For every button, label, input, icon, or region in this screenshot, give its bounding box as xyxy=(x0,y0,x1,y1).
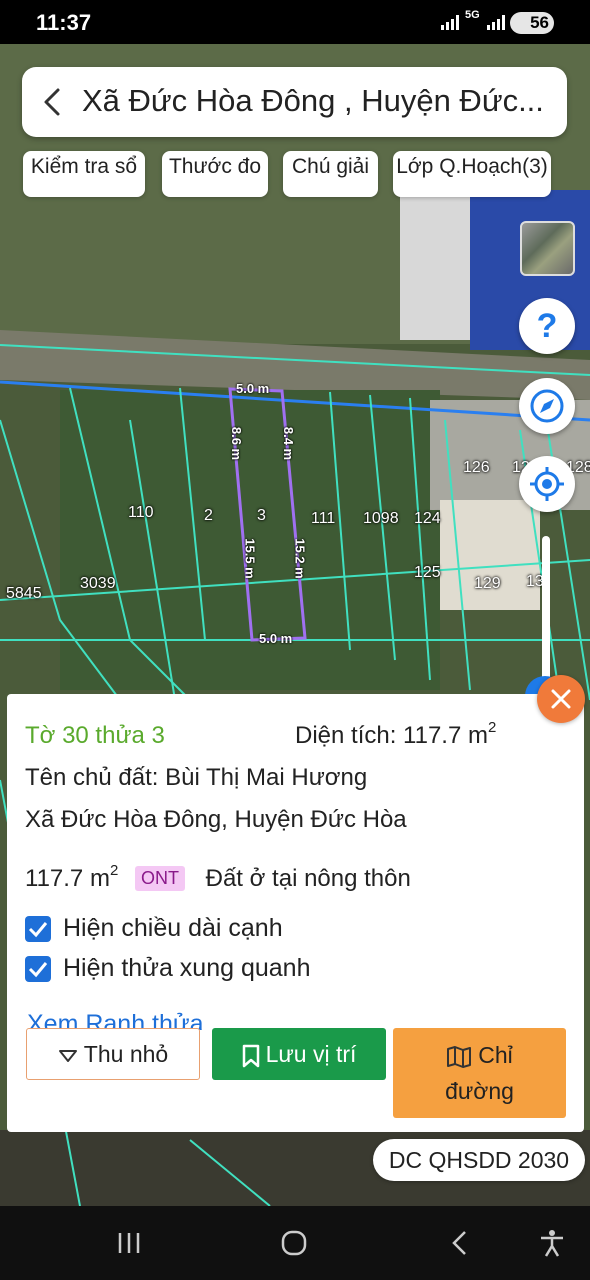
status-time: 11:37 xyxy=(36,10,92,35)
land-use-row: 117.7 m2 ONT Đất ở tại nông thôn xyxy=(25,862,411,893)
satellite-layer-icon[interactable] xyxy=(520,221,575,276)
chip-label: Thước đo xyxy=(168,155,262,178)
land-area: 117.7 m xyxy=(25,865,110,892)
directions-label-2: đường xyxy=(445,1078,514,1104)
directions-button[interactable]: Chỉ đường xyxy=(393,1028,566,1118)
my-location-icon xyxy=(530,467,564,501)
chevron-left-icon[interactable] xyxy=(38,85,68,119)
parcel-number[interactable]: 110 xyxy=(128,504,154,522)
parcel-number[interactable]: 1098 xyxy=(363,510,399,528)
compass-button[interactable] xyxy=(519,378,575,434)
edge-length-label: 15.5 m xyxy=(242,538,258,579)
edge-length-label: 15.2 m xyxy=(292,538,308,579)
planning-layer-label[interactable]: DC QHSDD 2030 xyxy=(373,1139,585,1181)
area-summary: Diện tích: 117.7 m2 xyxy=(295,719,497,750)
area-unit-sup: 2 xyxy=(487,719,497,736)
show-neighbors-checkbox[interactable] xyxy=(25,956,51,982)
edge-length-label: 5.0 m xyxy=(259,631,293,646)
view-parcel-boundary-link[interactable]: Xem Ranh thửa xyxy=(27,1008,204,1030)
checkmark-icon xyxy=(28,962,48,978)
zoom-slider[interactable] xyxy=(542,536,550,686)
directions-label-1: Chỉ xyxy=(478,1042,513,1068)
cell-signal-icon xyxy=(487,15,505,30)
parcel-info-card: Tờ 30 thửa 3 Diện tích: 117.7 m2 Tên chủ… xyxy=(7,694,584,1132)
parcel-number[interactable]: 111 xyxy=(311,510,335,528)
home-icon[interactable] xyxy=(277,1228,311,1258)
compass-icon xyxy=(530,389,564,423)
parcel-number[interactable]: 3 xyxy=(257,507,266,525)
area-label: Diện tích: 117.7 m xyxy=(295,722,488,749)
close-icon xyxy=(551,689,571,709)
triangle-down-icon xyxy=(58,1049,77,1062)
recents-icon[interactable] xyxy=(112,1228,146,1258)
edge-length-label: 8.4 m xyxy=(281,426,297,461)
show-edge-length-checkbox[interactable] xyxy=(25,916,51,942)
close-card-button[interactable] xyxy=(537,675,585,723)
parcel-number[interactable]: 129 xyxy=(474,575,501,593)
sheet-parcel-number: Tờ 30 thửa 3 xyxy=(25,722,165,749)
owner-name: Tên chủ đất: Bùi Thị Mai Hương xyxy=(25,764,368,791)
collapse-button[interactable]: Thu nhỏ xyxy=(26,1028,200,1080)
map-icon xyxy=(447,1045,472,1068)
help-icon: ? xyxy=(537,307,558,345)
land-code-badge: ONT xyxy=(134,866,185,891)
show-neighbors-label[interactable]: Hiện thửa xung quanh xyxy=(63,954,310,983)
check-book-chip[interactable]: Kiểm tra sổ xyxy=(23,151,145,197)
svg-text:?: ? xyxy=(537,307,558,345)
help-button[interactable]: ? xyxy=(519,298,575,354)
bookmark-icon xyxy=(242,1044,259,1068)
legend-chip[interactable]: Chú giải xyxy=(283,151,378,197)
planning-layer-chip[interactable]: Lớp Q.Hoạch(3) xyxy=(393,151,551,197)
chip-label: Lớp Q.Hoạch(3) xyxy=(396,155,548,178)
save-location-label: Lưu vị trí xyxy=(265,1041,357,1067)
edge-length-label: 5.0 m xyxy=(236,381,270,396)
system-nav-bar xyxy=(0,1206,590,1280)
edge-length-label: 8.6 m xyxy=(229,426,245,461)
accessibility-icon[interactable] xyxy=(535,1228,569,1258)
collapse-label: Thu nhỏ xyxy=(83,1041,169,1067)
back-icon[interactable] xyxy=(443,1228,477,1258)
land-type: Đất ở tại nông thôn xyxy=(205,865,411,892)
parcel-address: Xã Đức Hòa Đông, Huyện Đức Hòa xyxy=(25,806,407,833)
parcel-number[interactable]: 126 xyxy=(463,459,490,477)
ruler-chip[interactable]: Thước đo xyxy=(162,151,268,197)
parcel-number[interactable]: 125 xyxy=(414,564,441,582)
battery-indicator: 56 xyxy=(510,12,554,34)
land-area-sup: 2 xyxy=(109,862,119,879)
wifi-signal-icon xyxy=(441,15,459,30)
show-edge-length-label[interactable]: Hiện chiều dài cạnh xyxy=(63,914,283,943)
status-bar: 11:37 5G 56 xyxy=(0,0,590,44)
save-location-button[interactable]: Lưu vị trí xyxy=(212,1028,386,1080)
chip-label: Kiểm tra sổ xyxy=(30,155,138,178)
locate-button[interactable] xyxy=(519,456,575,512)
parcel-number[interactable]: 124 xyxy=(414,510,441,528)
parcel-number[interactable]: 5845 xyxy=(6,585,42,603)
directions-line1: Chỉ xyxy=(393,1037,566,1073)
parcel-number[interactable]: 2 xyxy=(204,507,213,525)
parcel-number[interactable]: 3039 xyxy=(80,575,116,593)
network-type: 5G xyxy=(465,9,480,21)
location-title: Xã Đức Hòa Đông , Huyện Đức... xyxy=(82,83,544,118)
location-header[interactable]: Xã Đức Hòa Đông , Huyện Đức... xyxy=(22,67,567,137)
checkmark-icon xyxy=(28,922,48,938)
chip-label: Chú giải xyxy=(291,155,370,178)
